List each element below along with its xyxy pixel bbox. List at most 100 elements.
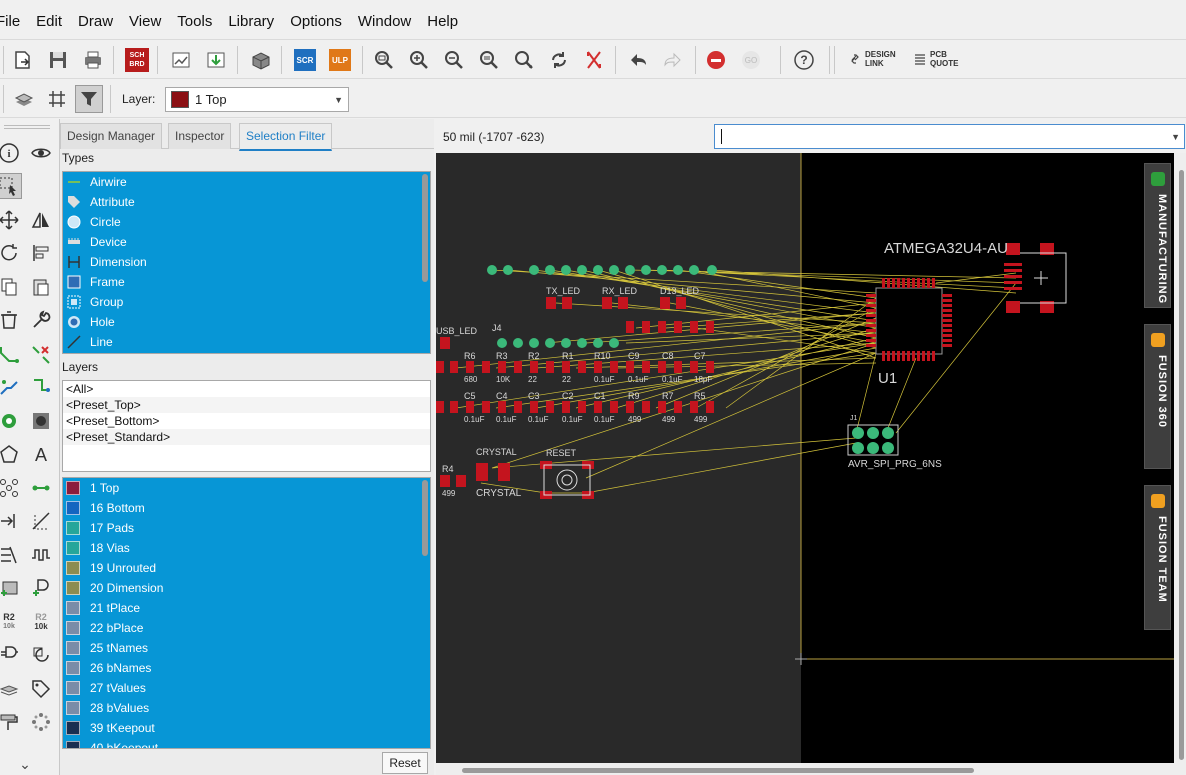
paint-roller-tool[interactable]: [0, 709, 22, 735]
run-script-button[interactable]: SCR: [292, 47, 318, 73]
move-tool[interactable]: [0, 207, 22, 233]
select-tool[interactable]: [0, 173, 22, 199]
menu-view[interactable]: View: [121, 13, 169, 30]
menu-tools[interactable]: Tools: [169, 13, 220, 30]
sch-brd-switch-button[interactable]: SCH BRD: [124, 47, 150, 73]
delete-tool[interactable]: [0, 307, 22, 333]
layer-item[interactable]: 39 tKeepout: [63, 718, 430, 738]
fusion-360-tab[interactable]: FUSION 360: [1144, 324, 1171, 469]
layers-scrollbar[interactable]: [422, 480, 428, 556]
preset-all[interactable]: <All>: [63, 381, 430, 397]
layer-item[interactable]: 21 tPlace: [63, 598, 430, 618]
ripup-tool[interactable]: [28, 341, 54, 367]
types-scrollbar[interactable]: [422, 174, 428, 282]
change-tool[interactable]: [28, 307, 54, 333]
run-ulp-button[interactable]: ULP: [327, 47, 353, 73]
3d-view-button[interactable]: [248, 47, 274, 73]
show-tool[interactable]: [28, 140, 54, 166]
reset-button[interactable]: Reset: [382, 752, 428, 774]
layer-item[interactable]: 18 Vias: [63, 538, 430, 558]
split-tool[interactable]: [0, 508, 22, 534]
layer-dropdown[interactable]: 1 Top ▼: [165, 87, 349, 112]
menu-window[interactable]: Window: [350, 13, 419, 30]
zoom-out-button[interactable]: [441, 47, 467, 73]
route-tool[interactable]: [0, 341, 22, 367]
list-item-circle[interactable]: Circle: [63, 212, 430, 232]
command-line-input[interactable]: ▼: [714, 124, 1185, 149]
tab-design-manager[interactable]: Design Manager: [60, 123, 163, 149]
layer-item[interactable]: 22 bPlace: [63, 618, 430, 638]
fusion-team-tab[interactable]: FUSION TEAM: [1144, 485, 1171, 630]
list-item-frame[interactable]: Frame: [63, 272, 430, 292]
list-item-hole[interactable]: Hole: [63, 312, 430, 332]
attribute-tool[interactable]: [28, 676, 54, 702]
menu-library[interactable]: Library: [220, 13, 282, 30]
ratsnest-button[interactable]: [581, 47, 607, 73]
menu-file[interactable]: File: [0, 13, 28, 30]
replace-tool[interactable]: [28, 642, 54, 668]
mirror-tool[interactable]: [28, 207, 54, 233]
polygon-tool[interactable]: [0, 441, 22, 467]
miter-tool[interactable]: [28, 508, 54, 534]
redo-button[interactable]: [660, 47, 686, 73]
manufacturing-tab[interactable]: MANUFACTURING: [1144, 163, 1171, 308]
group-tool[interactable]: [0, 475, 22, 501]
copy-tool[interactable]: [0, 274, 22, 300]
pcb-quote-button[interactable]: PCB QUOTE: [914, 50, 958, 68]
wire-tool[interactable]: [28, 475, 54, 501]
menu-options[interactable]: Options: [282, 13, 350, 30]
rotate-tool[interactable]: [0, 240, 22, 266]
layer-item[interactable]: 20 Dimension: [63, 578, 430, 598]
list-item-airwire[interactable]: Airwire: [63, 172, 430, 192]
dimension-tool[interactable]: [28, 709, 54, 735]
cam-processor-button[interactable]: [168, 47, 194, 73]
preset-top[interactable]: <Preset_Top>: [63, 397, 430, 413]
save-button[interactable]: [45, 47, 71, 73]
layer-item[interactable]: 1 Top: [63, 478, 430, 498]
add-symbol-tool[interactable]: [28, 575, 54, 601]
selection-filter-button[interactable]: [75, 85, 103, 113]
list-item-dimension[interactable]: Dimension: [63, 252, 430, 272]
tab-inspector[interactable]: Inspector: [168, 123, 232, 149]
layer-item[interactable]: 27 tValues: [63, 678, 430, 698]
types-list[interactable]: Airwire Attribute Circle Device Dimensio…: [62, 171, 431, 354]
hole-tool[interactable]: [28, 408, 54, 434]
canvas-vertical-scrollbar[interactable]: [1179, 170, 1184, 760]
grid-button[interactable]: [44, 86, 70, 112]
design-link-button[interactable]: DESIGN LINK: [849, 50, 896, 68]
value-tool[interactable]: R2 10k: [0, 609, 22, 635]
zoom-in-button[interactable]: [406, 47, 432, 73]
layer-item[interactable]: 40 bKeepout: [63, 738, 430, 748]
meander-tool[interactable]: [28, 542, 54, 568]
zoom-select-button[interactable]: [511, 47, 537, 73]
text-tool[interactable]: A: [28, 441, 54, 467]
help-button[interactable]: ?: [791, 47, 817, 73]
lock-tool[interactable]: [0, 676, 22, 702]
list-item-line[interactable]: Line: [63, 332, 430, 352]
open-file-button[interactable]: [10, 47, 36, 73]
layer-item[interactable]: 19 Unrouted: [63, 558, 430, 578]
layer-item[interactable]: 16 Bottom: [63, 498, 430, 518]
layer-item[interactable]: 17 Pads: [63, 518, 430, 538]
export-button[interactable]: [203, 47, 229, 73]
layer-presets-list[interactable]: <All> <Preset_Top> <Preset_Bottom> <Pres…: [62, 380, 431, 472]
zoom-fit-button[interactable]: [371, 47, 397, 73]
layer-item[interactable]: 28 bValues: [63, 698, 430, 718]
expand-toolbar-button[interactable]: ⌄: [12, 751, 38, 775]
zoom-previous-button[interactable]: [476, 47, 502, 73]
layers-list[interactable]: 1 Top 16 Bottom 17 Pads 18 Vias 19 Unrou…: [62, 477, 431, 749]
stop-button[interactable]: [703, 47, 729, 73]
slice-tool[interactable]: [0, 542, 22, 568]
fanout-tool[interactable]: [28, 374, 54, 400]
tab-selection-filter[interactable]: Selection Filter: [239, 123, 333, 151]
smash-tool[interactable]: [0, 642, 22, 668]
preset-bottom[interactable]: <Preset_Bottom>: [63, 413, 430, 429]
layer-settings-button[interactable]: [11, 86, 37, 112]
name-tool[interactable]: R2 10k: [28, 609, 54, 635]
menu-help[interactable]: Help: [419, 13, 466, 30]
via-tool[interactable]: [0, 408, 22, 434]
add-part-tool[interactable]: [0, 575, 22, 601]
layer-item[interactable]: 26 bNames: [63, 658, 430, 678]
info-tool[interactable]: i: [0, 140, 22, 166]
chevron-down-icon[interactable]: ▼: [1171, 132, 1180, 142]
